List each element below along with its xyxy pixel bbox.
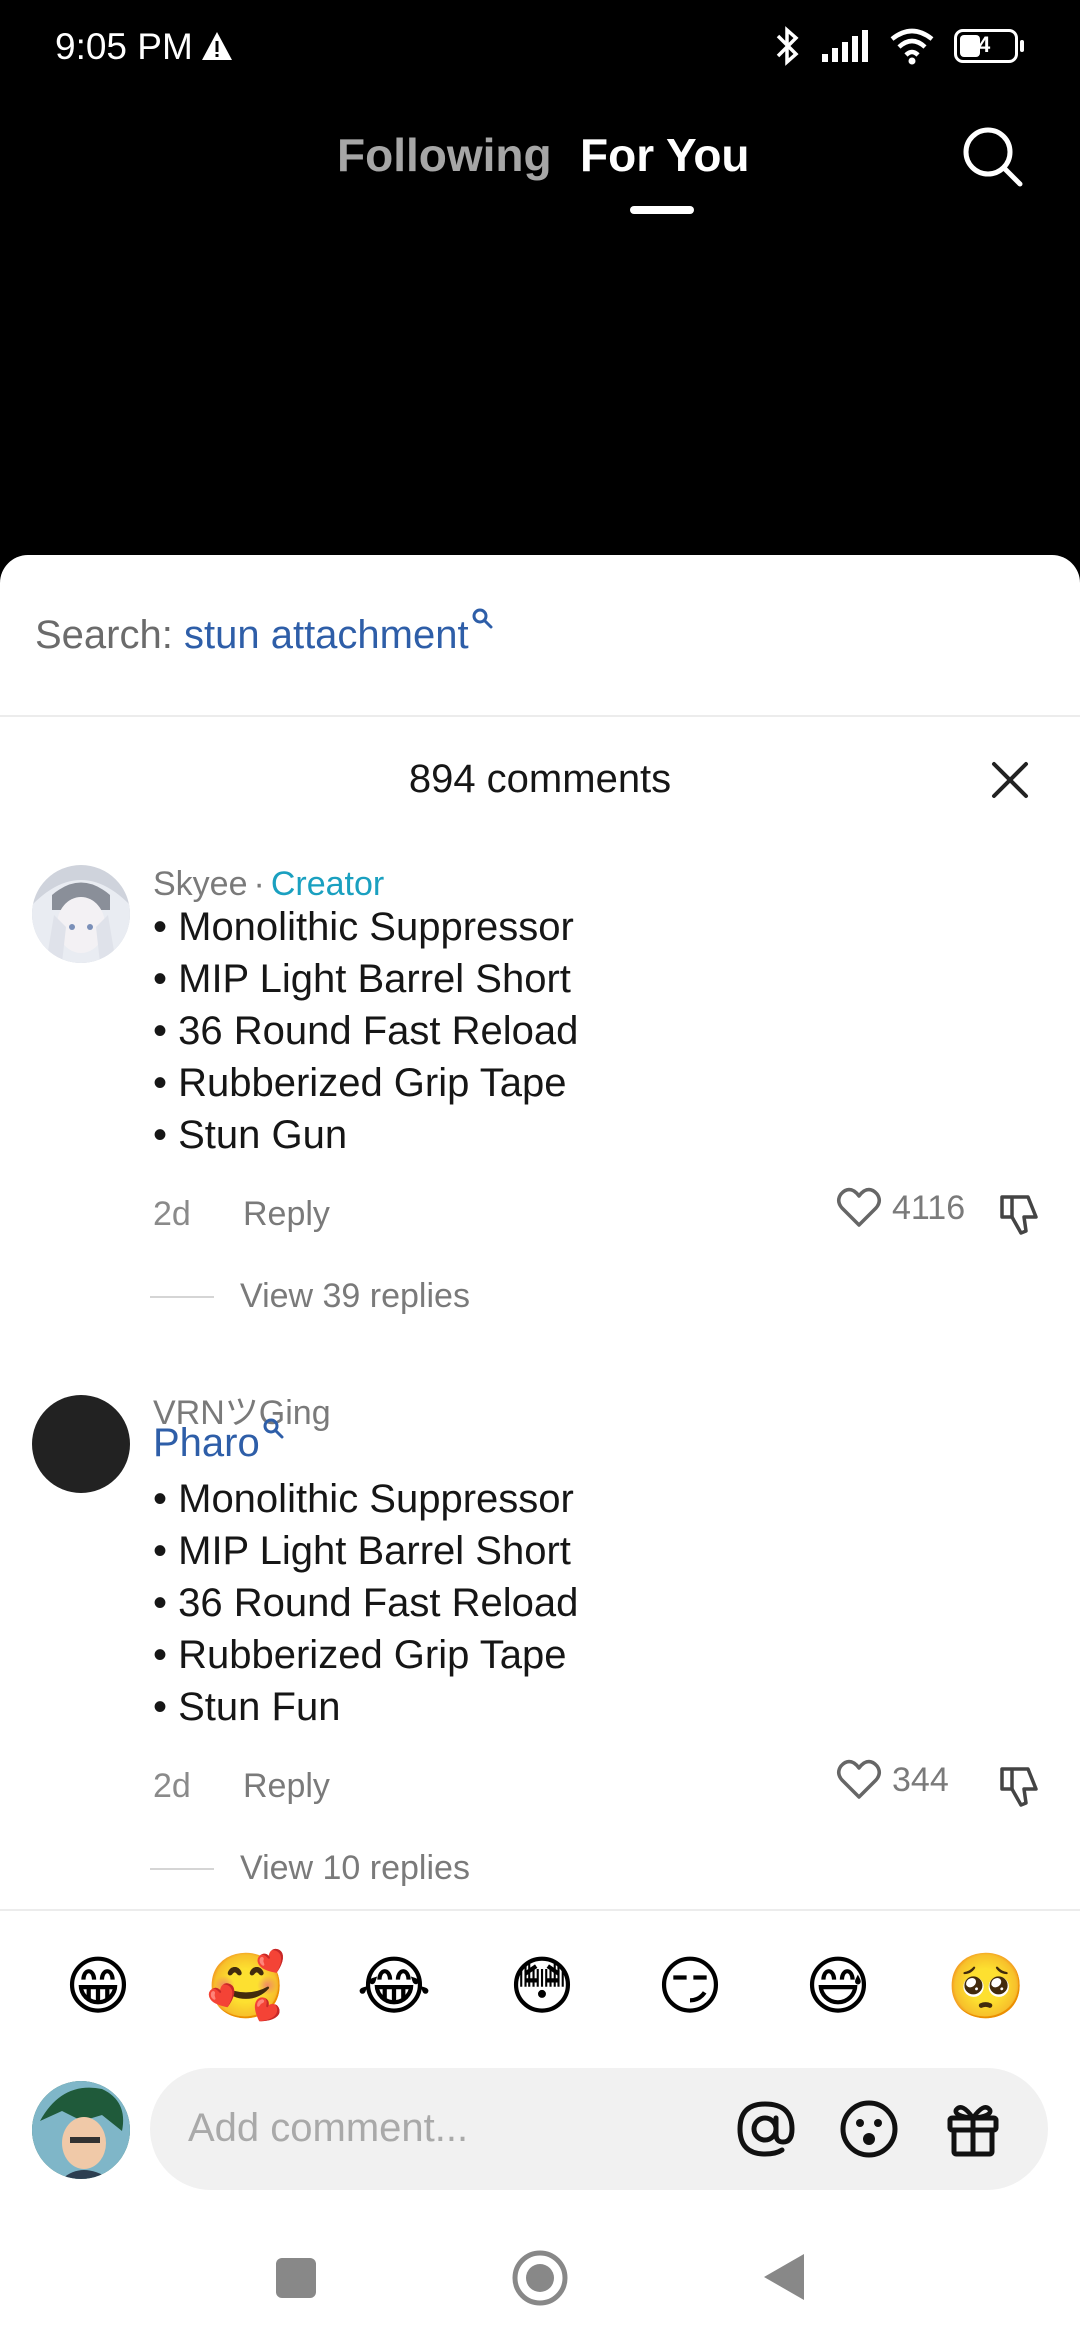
close-icon[interactable] <box>982 752 1038 808</box>
comment-username-line: Skyee · Creator <box>153 865 384 904</box>
signal-icon <box>822 30 868 62</box>
emoji-icon[interactable] <box>836 2096 902 2162</box>
like-count: 4116 <box>892 1188 966 1227</box>
recents-icon[interactable] <box>274 2256 318 2300</box>
view-replies-button[interactable]: View 10 replies <box>150 1849 470 1888</box>
comment-text: • Monolithic Suppressor • MIP Light Barr… <box>153 901 578 1161</box>
active-tab-indicator <box>630 206 694 214</box>
comment-item: Skyee · Creator • Monolithic Suppressor • … <box>0 865 1080 1425</box>
at-icon[interactable] <box>732 2096 798 2162</box>
quick-emoji-bar: 😁 🥰 😂 😳 😏 😅 🥺 <box>0 1947 1080 2033</box>
comment-text: • Monolithic Suppressor • MIP Light Barr… <box>153 1473 578 1733</box>
tab-for-you[interactable]: For You <box>580 128 750 182</box>
emoji-sweat-button[interactable]: 😅 <box>798 1947 878 2027</box>
search-prefix-label: Search: <box>35 613 173 657</box>
comment-line: • 36 Round Fast Reload <box>153 1009 579 1053</box>
like-button[interactable]: 344 <box>836 1759 949 1801</box>
replies-divider <box>150 1295 214 1298</box>
comment-line: • Monolithic Suppressor <box>153 905 574 949</box>
replies-divider <box>150 1867 214 1870</box>
comment-line: • 36 Round Fast Reload <box>153 1581 579 1625</box>
comment-line: • Stun Fun <box>153 1685 341 1729</box>
comment-line: • Monolithic Suppressor <box>153 1477 574 1521</box>
mention-label: Pharo <box>153 1421 260 1465</box>
emoji-pleading-button[interactable]: 🥺 <box>946 1947 1026 2027</box>
back-icon[interactable] <box>762 2252 806 2302</box>
status-icons: 4 <box>772 26 1024 66</box>
heart-icon <box>837 1759 881 1799</box>
search-icon <box>263 1418 284 1439</box>
separator-dot: · <box>253 865 265 903</box>
mention-link[interactable]: Pharo <box>153 1418 284 1466</box>
search-icon[interactable] <box>958 122 1028 192</box>
search-icon <box>472 608 493 629</box>
emoji-grin-button[interactable]: 😁 <box>58 1947 138 2027</box>
reply-button[interactable]: Reply <box>243 1195 330 1234</box>
search-suggestion[interactable]: Search: stun attachment <box>35 608 493 658</box>
home-icon[interactable] <box>510 2248 570 2308</box>
comment-item: VRNツGing Pharo • Monolithic Suppressor •… <box>0 1385 1080 1945</box>
composer-divider <box>0 1909 1080 1911</box>
comments-sheet: Search: stun attachment 894 comments Sky… <box>0 555 1080 2340</box>
like-count: 344 <box>892 1760 949 1799</box>
status-time: 9:05 PM <box>55 26 193 67</box>
like-button[interactable]: 4116 <box>836 1187 965 1229</box>
comment-line: • MIP Light Barrel Short <box>153 957 571 1001</box>
view-replies-label: View 39 replies <box>240 1277 470 1315</box>
system-nav-bar <box>0 2220 1080 2340</box>
battery-level: 4 <box>978 32 991 57</box>
user-avatar[interactable] <box>32 2081 130 2179</box>
emoji-flushed-button[interactable]: 😳 <box>502 1947 582 2027</box>
comments-count: 894 comments <box>408 757 672 801</box>
thumbs-down-icon[interactable] <box>996 1763 1044 1811</box>
battery-icon: 4 <box>954 29 1024 63</box>
emoji-hearts-button[interactable]: 🥰 <box>206 1947 286 2027</box>
view-replies-label: View 10 replies <box>240 1849 470 1887</box>
gift-icon[interactable] <box>940 2096 1006 2162</box>
emoji-smirk-button[interactable]: 😏 <box>650 1947 730 2027</box>
emoji-laugh-button[interactable]: 😂 <box>354 1947 434 2027</box>
creator-badge: Creator <box>270 865 385 903</box>
wifi-icon <box>890 28 934 65</box>
thumbs-down-icon[interactable] <box>996 1191 1044 1239</box>
tab-following[interactable]: Following <box>337 128 552 182</box>
comment-line: • MIP Light Barrel Short <box>153 1529 571 1573</box>
comment-username[interactable]: Skyee <box>153 865 248 903</box>
view-replies-button[interactable]: View 39 replies <box>150 1277 470 1316</box>
avatar[interactable] <box>32 1395 130 1493</box>
comment-line: • Rubberized Grip Tape <box>153 1633 567 1677</box>
reply-button[interactable]: Reply <box>243 1767 330 1806</box>
comment-age: 2d <box>153 1767 191 1805</box>
comment-placeholder: Add comment... <box>188 2106 469 2150</box>
bluetooth-icon <box>776 26 799 66</box>
comments-header: 894 comments <box>0 717 1080 837</box>
comment-input[interactable]: Add comment... <box>150 2068 1048 2190</box>
avatar[interactable] <box>32 865 130 963</box>
comment-input-row: Add comment... <box>0 2065 1080 2191</box>
search-suggestion-bar[interactable]: Search: stun attachment <box>0 555 1080 717</box>
heart-icon <box>837 1187 881 1227</box>
comment-line: • Rubberized Grip Tape <box>153 1061 567 1105</box>
status-bar: 9:05 PM 4 <box>0 0 1080 96</box>
comment-line: • Stun Gun <box>153 1113 348 1157</box>
warning-icon <box>202 32 232 60</box>
search-term[interactable]: stun attachment <box>184 613 469 657</box>
top-nav: Following For You <box>0 120 1080 230</box>
comment-age: 2d <box>153 1195 191 1233</box>
